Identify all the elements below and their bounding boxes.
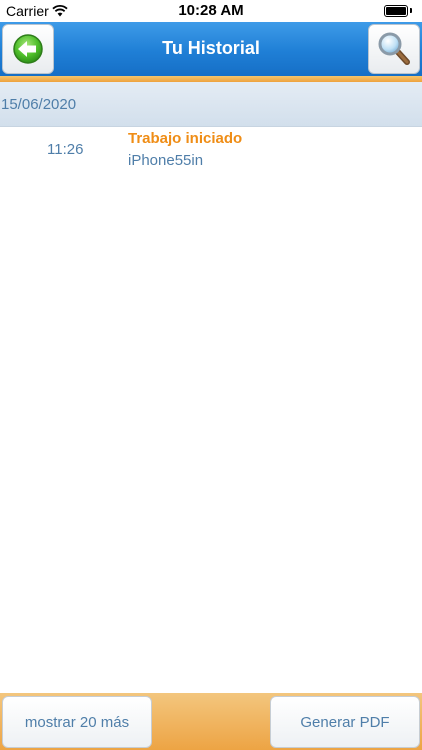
generate-pdf-button[interactable]: Generar PDF (270, 696, 420, 748)
search-button[interactable] (368, 24, 420, 74)
entry-time: 11:26 (47, 141, 84, 158)
status-time: 10:28 AM (178, 2, 244, 19)
battery-icon (384, 5, 408, 17)
entry-subtitle: iPhone55in (128, 152, 204, 169)
back-arrow-icon (13, 34, 43, 64)
page-title: Tu Historial (162, 38, 260, 58)
show-more-button[interactable]: mostrar 20 más (2, 696, 152, 748)
entry-title: Trabajo iniciado (128, 130, 243, 147)
section-date: 15/06/2020 (1, 96, 77, 113)
status-bar: Carrier 10:28 AM (0, 0, 422, 22)
magnifier-icon (378, 32, 410, 65)
back-button[interactable] (2, 24, 54, 74)
battery-tip (410, 8, 412, 13)
section-header: 15/06/2020 (0, 82, 422, 127)
